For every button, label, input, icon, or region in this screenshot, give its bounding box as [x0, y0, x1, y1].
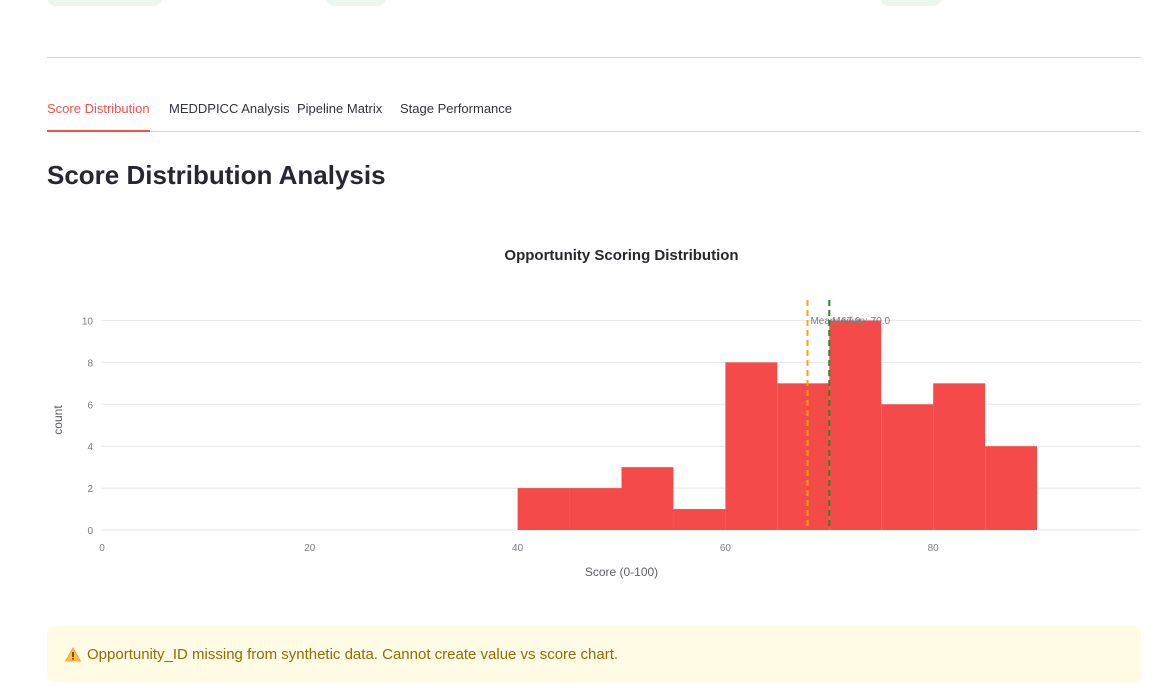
score-distribution-chart: Opportunity Scoring Distribution 0 2 4 6 8 10 0… [51, 247, 1141, 579]
tab-bar: Score Distribution MEDDPICC Analysis Pip… [47, 96, 1141, 132]
y-tick-label: 8 [87, 358, 93, 369]
chart-title: Opportunity Scoring Distribution [504, 247, 738, 264]
y-tick-label: 4 [87, 442, 93, 453]
histogram-bar [725, 362, 778, 530]
warning-icon [65, 646, 81, 662]
y-tick-label: 6 [87, 400, 93, 411]
tab-meddpicc-analysis[interactable]: MEDDPICC Analysis [169, 96, 290, 131]
histogram-bar [933, 383, 986, 530]
x-tick-label: 20 [304, 543, 316, 554]
histogram-bar [673, 509, 726, 530]
top-metric-badge [326, 0, 386, 6]
page-title: Score Distribution Analysis [47, 160, 386, 190]
histogram-bar [621, 467, 674, 530]
y-tick-label: 2 [87, 484, 93, 495]
x-axis-label: Score (0-100) [585, 565, 658, 579]
x-tick-label: 60 [720, 543, 732, 554]
tab-pipeline-matrix[interactable]: Pipeline Matrix [297, 96, 382, 131]
histogram-bar [985, 446, 1038, 530]
histogram-bar [881, 404, 934, 530]
alert-text: Opportunity_ID missing from synthetic da… [87, 645, 619, 663]
top-metric-badge [47, 0, 163, 6]
histogram-bar [777, 383, 830, 530]
warning-alert: Opportunity_ID missing from synthetic da… [47, 626, 1141, 682]
x-tick-label: 40 [512, 543, 524, 554]
y-tick-label: 0 [87, 526, 93, 537]
y-axis-label: count [51, 405, 65, 435]
histogram-bar [569, 488, 622, 530]
x-tick-label: 0 [99, 543, 105, 554]
tab-stage-performance[interactable]: Stage Performance [400, 96, 512, 131]
y-tick-label: 10 [82, 316, 94, 327]
section-divider [47, 57, 1141, 58]
histogram-bar [829, 320, 882, 530]
tab-score-distribution[interactable]: Score Distribution [47, 96, 150, 132]
histogram-bar [517, 488, 570, 530]
x-tick-label: 80 [928, 543, 940, 554]
reference-line-label: Median: 70.0 [832, 316, 890, 327]
top-metric-badge [880, 0, 942, 6]
